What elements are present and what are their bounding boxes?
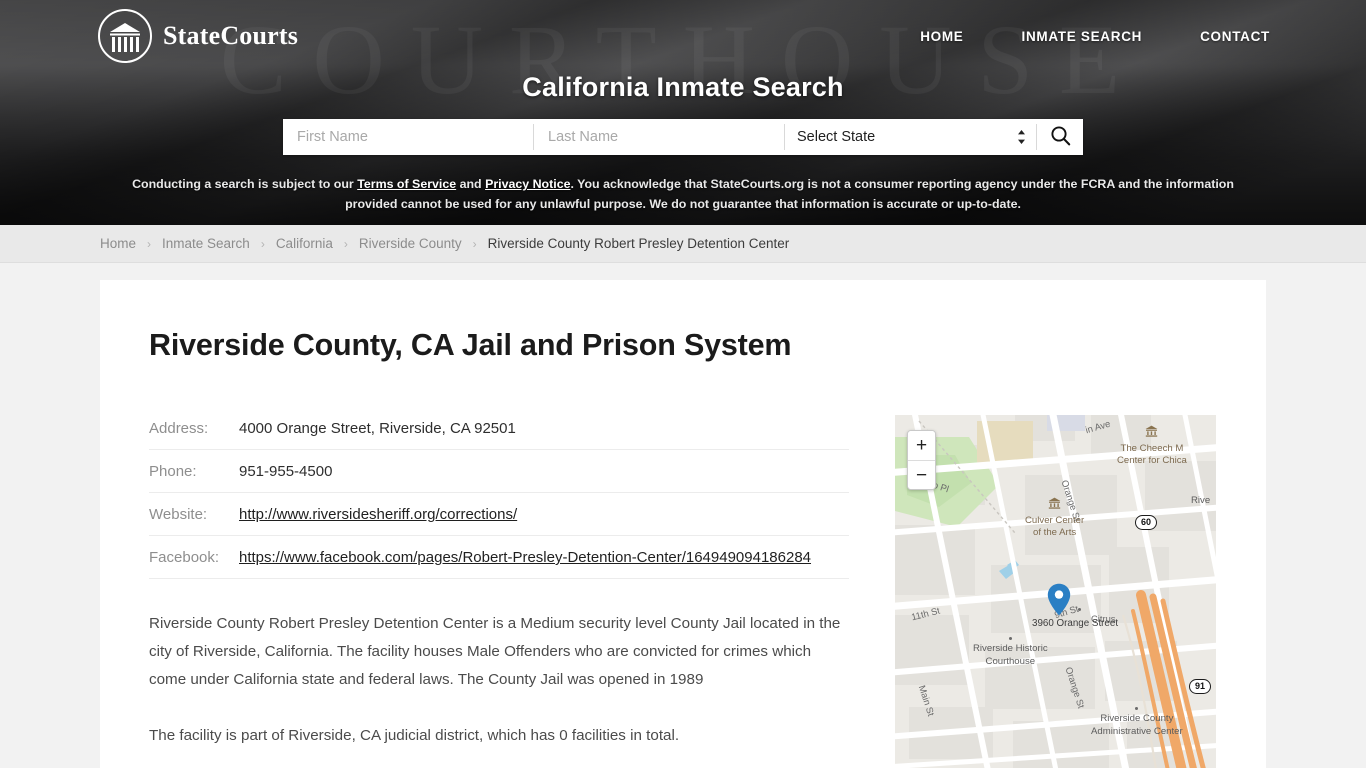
- facebook-link[interactable]: https://www.facebook.com/pages/Robert-Pr…: [239, 549, 811, 566]
- website-label: Website:: [149, 492, 239, 536]
- brand-name: StateCourts: [163, 21, 299, 50]
- courthouse-icon: [98, 9, 152, 63]
- table-row: Facebook: https://www.facebook.com/pages…: [149, 535, 849, 579]
- map-zoom-controls: + −: [907, 430, 936, 490]
- search-disclaimer: Conducting a search is subject to our Te…: [120, 174, 1246, 214]
- search-icon: [1050, 125, 1071, 149]
- disclaimer-text-2: and: [456, 177, 486, 191]
- brand-logo-link[interactable]: StateCourts: [98, 9, 298, 63]
- search-button[interactable]: [1037, 119, 1083, 155]
- map-zoom-in-button[interactable]: +: [908, 431, 935, 460]
- facebook-label: Facebook:: [149, 535, 239, 579]
- facility-district-paragraph: The facility is part of Riverside, CA ju…: [149, 727, 680, 744]
- facility-info-table: Address: 4000 Orange Street, Riverside, …: [149, 415, 849, 579]
- page-hero-title: California Inmate Search: [522, 72, 844, 102]
- page-title: Riverside County, CA Jail and Prison Sys…: [149, 328, 792, 362]
- breadcrumb-item-home[interactable]: Home: [100, 236, 136, 251]
- chevron-right-icon: ›: [472, 236, 477, 251]
- nav-home[interactable]: HOME: [920, 29, 963, 44]
- breadcrumb-item-riverside-county[interactable]: Riverside County: [359, 236, 462, 251]
- breadcrumb-item-inmate-search[interactable]: Inmate Search: [162, 236, 250, 251]
- map-zoom-out-button[interactable]: −: [908, 460, 935, 489]
- table-row: Phone: 951-955-4500: [149, 449, 849, 493]
- chevron-right-icon: ›: [260, 236, 265, 251]
- map-marker-address-label: 3960 Orange Street: [1032, 618, 1119, 629]
- site-header: COURTHOUSE StateCourts: [0, 0, 1366, 225]
- page-body: Riverside County, CA Jail and Prison Sys…: [0, 280, 1366, 768]
- breadcrumb: Home › Inmate Search › California › Rive…: [100, 236, 789, 251]
- chevron-right-icon: ›: [147, 236, 152, 251]
- nav-inmate-search[interactable]: INMATE SEARCH: [1022, 29, 1143, 44]
- content-card: Riverside County, CA Jail and Prison Sys…: [100, 280, 1266, 768]
- website-value: http://www.riversidesheriff.org/correcti…: [239, 492, 849, 536]
- highway-shield-60: 60: [1135, 515, 1157, 530]
- address-label: Address:: [149, 415, 239, 450]
- chevron-right-icon: ›: [343, 236, 348, 251]
- inmate-search-form: Select State: [283, 119, 1083, 155]
- last-name-input[interactable]: [534, 119, 784, 155]
- disclaimer-text-1: Conducting a search is subject to our: [132, 177, 358, 191]
- facebook-value: https://www.facebook.com/pages/Robert-Pr…: [239, 535, 849, 579]
- state-select[interactable]: Select State: [785, 119, 1036, 155]
- facility-details-column: Address: 4000 Orange Street, Riverside, …: [149, 415, 849, 768]
- website-link[interactable]: http://www.riversidesheriff.org/correcti…: [239, 506, 517, 523]
- breadcrumb-bar: Home › Inmate Search › California › Rive…: [0, 225, 1366, 263]
- map-marker-pin[interactable]: [1047, 583, 1071, 621]
- location-map[interactable]: + − Hidalgo Pl Orange St 11th St Main St…: [895, 415, 1216, 768]
- address-value: 4000 Orange Street, Riverside, CA 92501: [239, 415, 849, 450]
- facility-description-paragraph: Riverside County Robert Presley Detentio…: [149, 615, 841, 688]
- top-bar: StateCourts HOME INMATE SEARCH CONTACT: [0, 0, 1366, 72]
- table-row: Address: 4000 Orange Street, Riverside, …: [149, 415, 849, 450]
- first-name-input[interactable]: [283, 119, 533, 155]
- nav-contact[interactable]: CONTACT: [1200, 29, 1270, 44]
- terms-of-service-link[interactable]: Terms of Service: [357, 177, 456, 191]
- table-row: Website: http://www.riversidesheriff.org…: [149, 492, 849, 536]
- map-column: + − Hidalgo Pl Orange St 11th St Main St…: [895, 415, 1216, 768]
- highway-shield-91: 91: [1189, 679, 1211, 694]
- breadcrumb-item-california[interactable]: California: [276, 236, 333, 251]
- phone-label: Phone:: [149, 449, 239, 493]
- privacy-notice-link[interactable]: Privacy Notice: [485, 177, 570, 191]
- main-navigation: HOME INMATE SEARCH CONTACT: [920, 29, 1270, 44]
- phone-value: 951-955-4500: [239, 449, 849, 493]
- breadcrumb-item-current: Riverside County Robert Presley Detentio…: [487, 236, 790, 251]
